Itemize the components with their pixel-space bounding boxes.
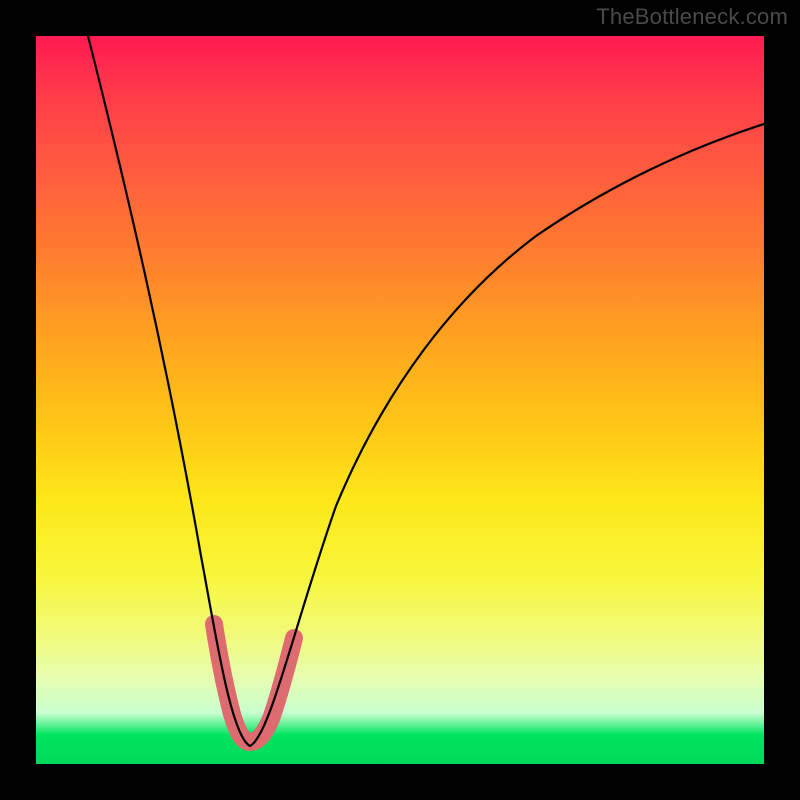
- chart-container: TheBottleneck.com: [0, 0, 800, 800]
- watermark-text: TheBottleneck.com: [596, 4, 788, 30]
- bottleneck-line: [88, 36, 764, 746]
- curve-svg: [36, 36, 764, 764]
